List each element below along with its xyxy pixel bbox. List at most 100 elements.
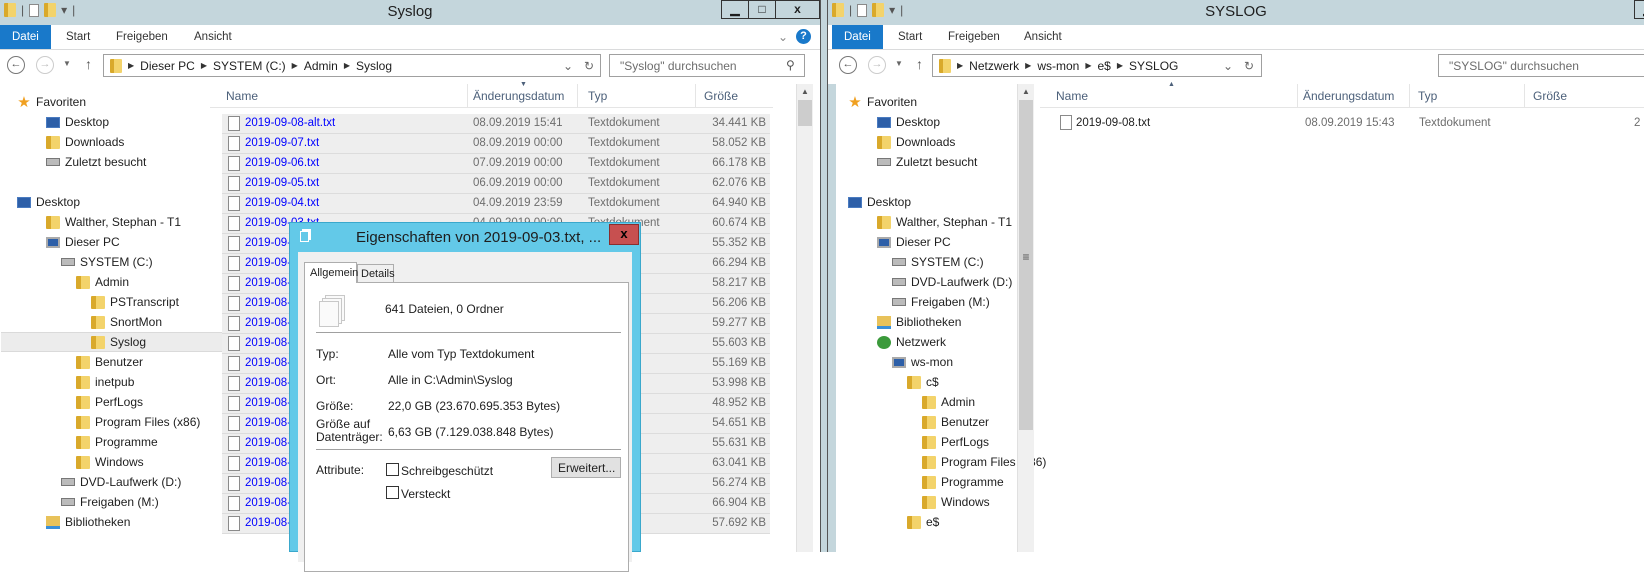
tab-datei[interactable]: Datei xyxy=(832,25,883,49)
close-button[interactable]: x xyxy=(775,0,820,19)
address-bar[interactable]: ▶ Netzwerk ▶ ws-mon ▶ e$ ▶ SYSLOG ⌄ ↻ xyxy=(932,54,1262,77)
breadcrumb-item[interactable]: ws-mon xyxy=(1037,59,1079,73)
forward-button[interactable]: → xyxy=(36,56,54,74)
nav-item[interactable]: Freigaben (M:) xyxy=(61,492,159,512)
nav-item[interactable]: Programme xyxy=(76,432,158,452)
nav-item[interactable]: Zuletzt besucht xyxy=(877,152,977,172)
nav-item[interactable]: Desktop xyxy=(17,192,80,212)
column-size[interactable]: Größe xyxy=(1533,89,1567,103)
nav-item[interactable]: c$ xyxy=(907,372,939,392)
search-input[interactable]: "Syslog" durchsuchen xyxy=(609,54,805,77)
expand-ribbon-icon[interactable]: ⌄ xyxy=(778,30,788,44)
hidden-checkbox[interactable] xyxy=(386,486,399,499)
nav-item[interactable]: ★ Favoriten xyxy=(848,92,917,112)
nav-item[interactable]: ★ Favoriten xyxy=(17,92,86,112)
file-row[interactable]: 2019-09-08-alt.txt 08.09.2019 15:41 Text… xyxy=(222,114,770,134)
nav-item[interactable]: Windows xyxy=(76,452,144,472)
column-type[interactable]: Typ xyxy=(1418,89,1437,103)
nav-item[interactable]: SYSTEM (C:) xyxy=(61,252,153,272)
address-dropdown-icon[interactable]: ⌄ xyxy=(563,59,573,73)
address-dropdown-icon[interactable]: ⌄ xyxy=(1223,59,1233,73)
breadcrumb-item[interactable]: e$ xyxy=(1098,59,1111,73)
advanced-button[interactable]: Erweitert... xyxy=(551,457,621,478)
nav-item[interactable]: Admin xyxy=(922,392,975,412)
scroll-up-icon[interactable]: ▲ xyxy=(797,84,813,96)
breadcrumb-item[interactable]: SYSTEM (C:) xyxy=(213,59,286,73)
refresh-icon[interactable]: ↻ xyxy=(1244,59,1254,73)
tab-ansicht[interactable]: Ansicht xyxy=(1024,25,1062,49)
breadcrumb-item[interactable]: Dieser PC xyxy=(140,59,195,73)
nav-item[interactable]: e$ xyxy=(907,512,939,532)
nav-item[interactable]: Zuletzt besucht xyxy=(46,152,146,172)
nav-item[interactable]: Freigaben (M:) xyxy=(892,292,990,312)
scroll-up-icon[interactable]: ▲ xyxy=(1018,84,1034,96)
minimize-button[interactable]: ▁ xyxy=(1634,0,1644,19)
search-input[interactable]: "SYSLOG" durchsuchen xyxy=(1438,54,1644,77)
breadcrumb-item[interactable]: SYSLOG xyxy=(1129,59,1178,73)
nav-item[interactable]: Admin xyxy=(76,272,129,292)
file-row[interactable]: 2019-09-06.txt 07.09.2019 00:00 Textdoku… xyxy=(222,154,770,174)
search-icon[interactable]: ⚲ xyxy=(786,58,795,72)
tab-datei[interactable]: Datei xyxy=(0,25,51,49)
tab-details[interactable]: Details xyxy=(357,264,395,283)
readonly-checkbox[interactable] xyxy=(386,463,399,476)
nav-item[interactable]: Syslog xyxy=(1,332,223,352)
nav-item[interactable]: Windows xyxy=(922,492,990,512)
recent-locations-icon[interactable]: ▼ xyxy=(63,59,71,68)
readonly-label[interactable]: Schreibgeschützt xyxy=(401,464,493,478)
title-bar[interactable]: | ▾ | Syslog ▁ □ x xyxy=(0,0,820,25)
file-row[interactable]: 2019-09-07.txt 08.09.2019 00:00 Textdoku… xyxy=(222,134,770,154)
scrollbar-thumb[interactable]: ≡ xyxy=(1019,100,1033,430)
address-bar[interactable]: ▶ Dieser PC ▶ SYSTEM (C:) ▶ Admin ▶ Syslog ⌄… xyxy=(103,54,601,77)
nav-item[interactable]: Downloads xyxy=(877,132,955,152)
column-date[interactable]: Änderungsdatum xyxy=(1303,89,1394,103)
nav-item[interactable]: Bibliotheken xyxy=(46,512,130,532)
refresh-icon[interactable]: ↻ xyxy=(584,59,594,73)
vertical-scrollbar[interactable]: ▲ xyxy=(796,84,813,552)
up-button[interactable]: ↑ xyxy=(916,56,923,72)
file-row[interactable]: 2019-09-08.txt 08.09.2019 15:43 Textdoku… xyxy=(1056,114,1644,134)
forward-button[interactable]: → xyxy=(868,56,886,74)
file-row[interactable]: 2019-09-05.txt 06.09.2019 00:00 Textdoku… xyxy=(222,174,770,194)
minimize-button[interactable]: ▁ xyxy=(721,0,749,19)
nav-item[interactable]: Netzwerk xyxy=(877,332,946,352)
nav-item[interactable]: Benutzer xyxy=(76,352,143,372)
tab-start[interactable]: Start xyxy=(66,25,90,49)
nav-item[interactable]: DVD-Laufwerk (D:) xyxy=(892,272,1012,292)
nav-item[interactable]: Walther, Stephan - T1 xyxy=(877,212,1012,232)
recent-locations-icon[interactable]: ▼ xyxy=(895,59,903,68)
back-button[interactable]: ← xyxy=(7,56,25,74)
breadcrumb-item[interactable]: Syslog xyxy=(356,59,392,73)
nav-item[interactable]: PerfLogs xyxy=(76,392,143,412)
nav-item[interactable]: Program Files (x86) xyxy=(76,412,200,432)
breadcrumb-item[interactable]: Admin xyxy=(304,59,338,73)
nav-pane-scrollbar[interactable]: ▲ ≡ xyxy=(1017,84,1034,552)
nav-item[interactable]: Desktop xyxy=(46,112,109,132)
help-icon[interactable]: ? xyxy=(796,29,811,44)
column-date[interactable]: Änderungsdatum xyxy=(473,89,564,103)
nav-item[interactable]: SnortMon xyxy=(91,312,162,332)
hidden-label[interactable]: Versteckt xyxy=(401,487,450,501)
column-name[interactable]: Name xyxy=(226,89,258,103)
column-type[interactable]: Typ xyxy=(588,89,607,103)
column-size[interactable]: Größe xyxy=(704,89,738,103)
nav-item[interactable]: Downloads xyxy=(46,132,124,152)
tab-ansicht[interactable]: Ansicht xyxy=(194,25,232,49)
nav-item[interactable]: Walther, Stephan - T1 xyxy=(46,212,181,232)
maximize-button[interactable]: □ xyxy=(748,0,776,19)
scrollbar-thumb[interactable] xyxy=(798,100,812,126)
back-button[interactable]: ← xyxy=(839,56,857,74)
tab-allgemein[interactable]: Allgemein xyxy=(304,262,358,283)
nav-item[interactable]: PerfLogs xyxy=(922,432,989,452)
up-button[interactable]: ↑ xyxy=(85,56,92,72)
nav-item[interactable]: PSTranscript xyxy=(91,292,179,312)
tab-freigeben[interactable]: Freigeben xyxy=(948,25,1000,49)
nav-item[interactable]: Dieser PC xyxy=(46,232,120,252)
nav-item[interactable]: Desktop xyxy=(848,192,911,212)
tab-freigeben[interactable]: Freigeben xyxy=(116,25,168,49)
nav-item[interactable]: ws-mon xyxy=(892,352,953,372)
dialog-close-button[interactable]: x xyxy=(609,224,639,245)
nav-item[interactable]: Programme xyxy=(922,472,1004,492)
nav-item[interactable]: SYSTEM (C:) xyxy=(892,252,984,272)
nav-scrollbar[interactable] xyxy=(828,84,836,552)
